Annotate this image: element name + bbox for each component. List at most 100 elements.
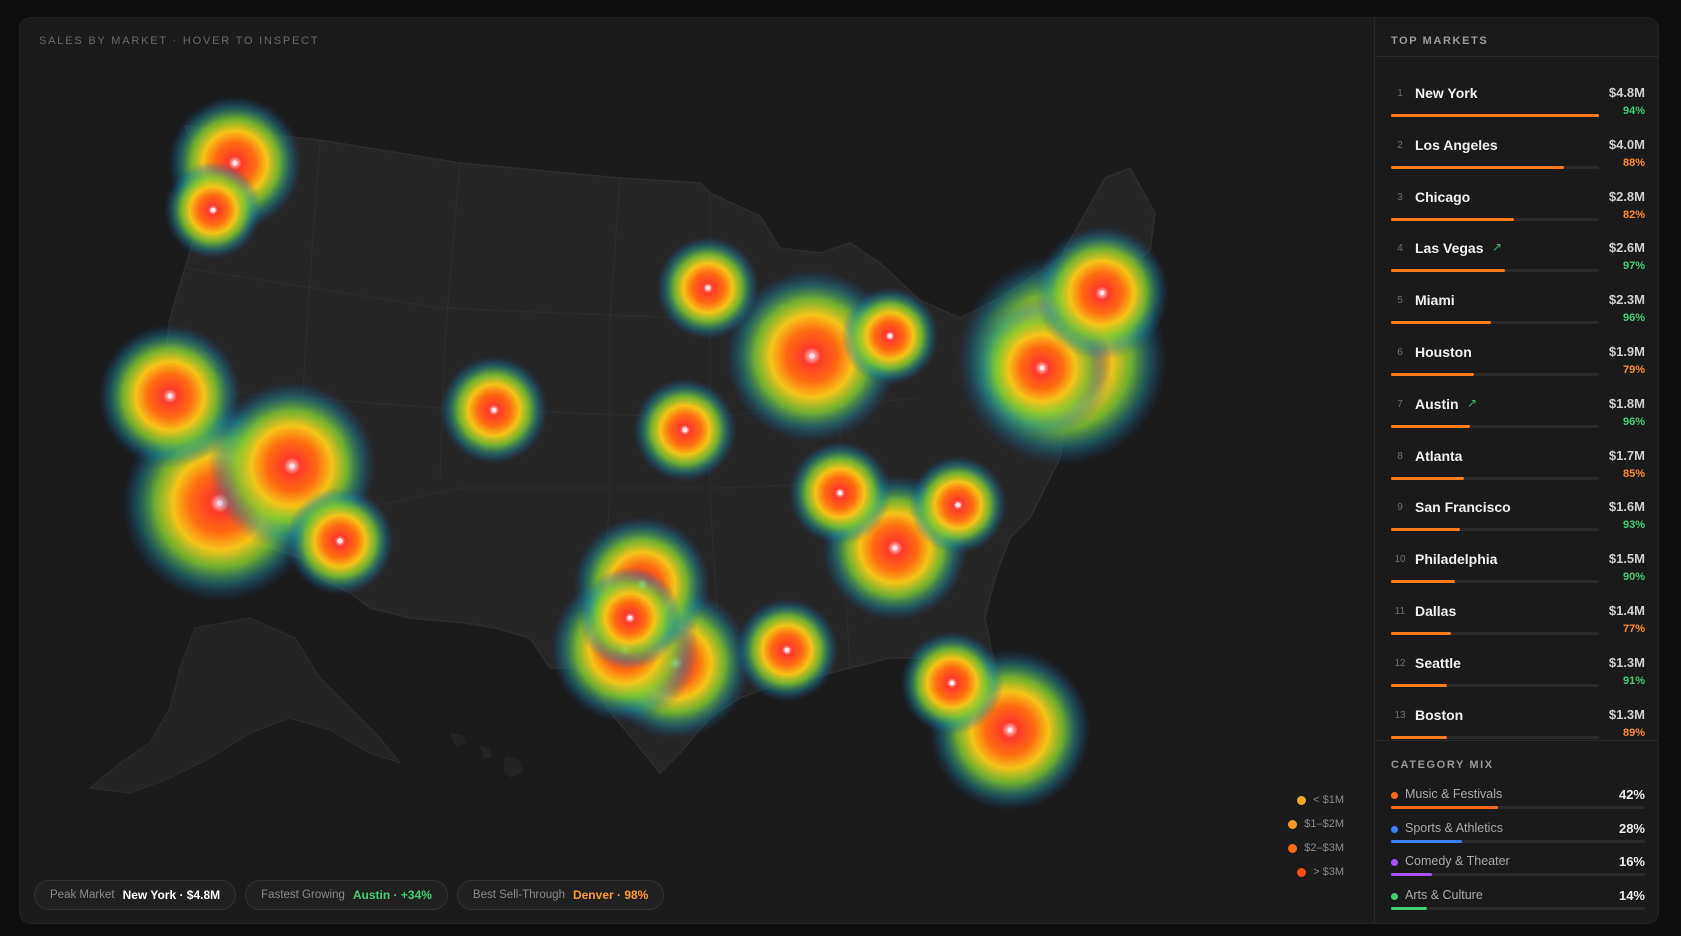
heatmap-pane[interactable]: SALES BY MARKET · HOVER TO INSPECT < $1M… (20, 18, 1374, 924)
market-rank: 5 (1397, 295, 1403, 307)
market-amount: $2.8M (1608, 188, 1645, 204)
legend-dot (1297, 795, 1307, 805)
market-row[interactable]: 9 San Francisco $1.6M 93% (1391, 484, 1645, 536)
market-sell-through: 90% (1622, 571, 1645, 584)
market-rank: 9 (1397, 502, 1403, 514)
market-row[interactable]: 6 Houston $1.9M 79% (1391, 329, 1645, 381)
top-markets-list: 1 New York $4.8M 94% 2 Los Angeles $4.0M 88% 3 Ch… (1391, 70, 1645, 743)
market-amount: $1.7M (1608, 447, 1645, 463)
market-name: Las Vegas (1415, 240, 1484, 257)
market-bar-fill (1391, 580, 1456, 584)
category-bar-track (1391, 806, 1645, 809)
category-row[interactable]: Arts & Culture 14% (1391, 887, 1645, 921)
market-row[interactable]: 2 Los Angeles $4.0M 88% (1391, 122, 1645, 174)
category-dot (1391, 792, 1398, 799)
market-bar-fill (1391, 476, 1464, 480)
pill-value: Denver · 98% (572, 888, 649, 902)
pill-value: New York · $4.8M (122, 888, 221, 902)
market-bar-track (1391, 321, 1599, 325)
market-rank: 12 (1394, 657, 1406, 669)
market-amount: $1.6M (1608, 499, 1645, 515)
market-row[interactable]: 12 Seattle $1.3M 91% (1391, 640, 1645, 692)
market-rank: 13 (1394, 709, 1406, 721)
market-bar-fill (1391, 217, 1514, 221)
market-amount: $4.8M (1608, 85, 1645, 100)
city-marker (887, 333, 893, 339)
category-dot (1391, 859, 1398, 867)
market-amount: $1.3M (1608, 706, 1645, 722)
category-dot (1391, 825, 1398, 833)
market-row[interactable]: 4 Las Vegas $2.6M 97% ↗ (1391, 225, 1645, 277)
market-sell-through: 85% (1622, 467, 1645, 480)
market-rank: 7 (1397, 398, 1403, 410)
legend-item: $1–$2M (1264, 812, 1344, 836)
market-row[interactable]: 1 New York $4.8M 94% (1391, 70, 1645, 122)
market-row[interactable]: 3 Chicago $2.8M 82% (1391, 174, 1645, 226)
market-row[interactable]: 8 Atlanta $1.7M 85% (1391, 433, 1645, 485)
trending-up-icon: ↗ (1467, 395, 1478, 410)
market-row[interactable]: 10 Philadelphia $1.5M 90% (1391, 536, 1645, 588)
market-rank: 8 (1397, 450, 1403, 462)
market-row[interactable]: 5 Miami $2.3M 96% (1391, 277, 1645, 329)
market-bar-fill (1391, 114, 1599, 117)
city-marker (705, 285, 711, 291)
city-marker (837, 490, 843, 496)
category-label: Arts & Culture (1405, 888, 1483, 903)
market-bar-track (1391, 114, 1599, 117)
market-row[interactable]: 11 Dallas $1.4M 77% (1391, 588, 1645, 640)
alaska-outline (88, 617, 402, 794)
city-marker (682, 427, 688, 433)
category-mix-list: Music & Festivals 42% Sports & Athletics 28… (1391, 786, 1645, 921)
market-bar-fill (1391, 165, 1564, 169)
us-heatmap[interactable] (20, 18, 1374, 924)
category-row[interactable]: Sports & Athletics 28% (1391, 820, 1645, 854)
hawaii-islands (450, 733, 523, 778)
category-label: Music & Festivals (1405, 787, 1503, 801)
summary-pill[interactable]: Fastest Growing Austin · +34% (245, 880, 448, 910)
market-bar-track (1391, 735, 1599, 739)
legend-label: < $1M (1313, 794, 1344, 806)
market-sell-through: 97% (1622, 260, 1645, 273)
market-sell-through: 94% (1622, 105, 1645, 117)
market-amount: $1.5M (1608, 551, 1645, 567)
market-name: Houston (1415, 343, 1472, 360)
market-bar-fill (1391, 631, 1452, 635)
legend-label: $2–$3M (1304, 842, 1344, 854)
dashboard-frame: SALES BY MARKET · HOVER TO INSPECT < $1M… (19, 17, 1659, 924)
market-bar-fill (1391, 321, 1491, 325)
market-name: Chicago (1415, 188, 1471, 205)
category-row[interactable]: Music & Festivals 42% (1391, 786, 1645, 820)
market-sell-through: 91% (1622, 674, 1645, 687)
category-bar-track (1391, 839, 1645, 843)
category-row[interactable]: Comedy & Theater 16% (1391, 853, 1645, 887)
market-bar-track (1391, 476, 1599, 480)
market-sell-through: 88% (1622, 156, 1645, 169)
city-marker (491, 407, 497, 413)
market-bar-fill (1391, 372, 1475, 376)
market-bar-fill (1391, 683, 1448, 687)
market-sell-through: 89% (1622, 726, 1645, 739)
market-name: Los Angeles (1415, 136, 1498, 153)
market-sell-through: 79% (1622, 363, 1645, 376)
market-bar-track (1391, 269, 1599, 273)
top-markets-title: TOP MARKETS (1391, 35, 1489, 47)
market-name: Dallas (1415, 602, 1457, 619)
category-bar-fill (1391, 806, 1498, 809)
city-marker (1099, 290, 1105, 296)
market-sell-through: 93% (1622, 519, 1645, 532)
market-rank: 3 (1397, 191, 1403, 203)
market-bar-track (1391, 683, 1599, 687)
city-marker (949, 680, 955, 686)
market-row[interactable]: 13 Boston $1.3M 89% (1391, 692, 1645, 744)
category-bar-track (1391, 907, 1645, 911)
city-marker (232, 160, 238, 166)
category-bar-track (1391, 873, 1645, 877)
market-amount: $2.3M (1608, 292, 1645, 308)
sidebar: TOP MARKETS 1 New York $4.8M 94% 2 Los Angele… (1374, 18, 1658, 923)
summary-pill[interactable]: Peak Market New York · $4.8M (34, 880, 237, 910)
market-row[interactable]: 7 Austin $1.8M 96% ↗ (1391, 381, 1645, 433)
summary-pill[interactable]: Best Sell-Through Denver · 98% (456, 880, 665, 910)
market-name: San Francisco (1415, 499, 1511, 516)
market-name: Philadelphia (1415, 551, 1498, 568)
market-sell-through: 96% (1622, 312, 1645, 325)
